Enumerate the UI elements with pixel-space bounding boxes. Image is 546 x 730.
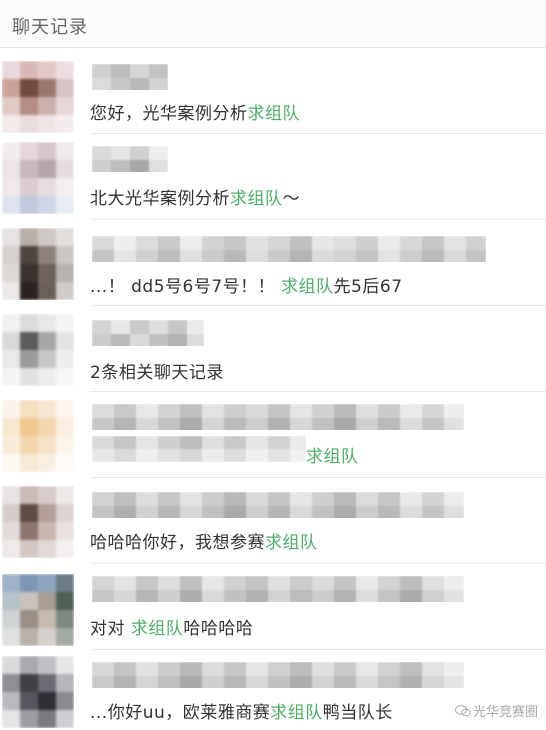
blurred-contact-name	[92, 146, 168, 172]
search-keyword-highlight: 求组队	[265, 533, 318, 553]
snippet-text: 您好，光华案例分析	[90, 104, 248, 124]
search-keyword-highlight: 求组队	[306, 447, 359, 467]
snippet-text: 哈哈哈你好，我想参赛	[90, 533, 265, 553]
blurred-contact-name	[92, 492, 464, 518]
search-keyword-highlight: 求组队	[281, 277, 334, 297]
avatar	[2, 656, 74, 728]
message-snippet: ...！ dd5号6号7号！！ 求组队先5后67	[90, 272, 403, 297]
snippet-text: 对对	[90, 619, 131, 639]
chat-result-row[interactable]: ...！ dd5号6号7号！！ 求组队先5后67	[0, 220, 546, 306]
wechat-icon	[454, 705, 471, 717]
chat-result-row[interactable]: 2条相关聊天记录	[0, 306, 546, 392]
avatar	[2, 142, 74, 214]
page-title: 聊天记录	[12, 17, 88, 38]
message-snippet: 2条相关聊天记录	[90, 358, 224, 383]
search-keyword-highlight: 求组队	[270, 703, 323, 723]
snippet-text: ～	[282, 189, 300, 209]
search-keyword-highlight: 求组队	[230, 189, 283, 209]
search-keyword-highlight: 求组队	[247, 104, 300, 124]
message-snippet: 对对 求组队哈哈哈哈	[90, 614, 253, 639]
chat-result-row[interactable]: 哈哈哈你好，我想参赛求组队	[0, 478, 546, 564]
snippet-text: 鸭当队长	[322, 703, 393, 723]
header-bar: 聊天记录	[0, 0, 546, 48]
message-snippet: 北大光华案例分析求组队～	[90, 184, 300, 209]
blurred-contact-name	[92, 320, 204, 346]
avatar	[2, 486, 74, 558]
snippet-text: ...！ dd5号6号7号！！	[90, 277, 282, 297]
blurred-contact-name	[92, 64, 168, 90]
blurred-contact-name	[92, 662, 464, 688]
message-snippet: ...你好uu，欧莱雅商赛求组队鸭当队长	[90, 698, 393, 723]
message-snippet: 求组队	[306, 442, 359, 467]
results-container: 您好，光华案例分析求组队 北大光华案例分析求组队～ ...！ dd5号6号7号！…	[0, 0, 546, 730]
watermark: 光华竞赛圈	[454, 701, 538, 720]
chat-result-row[interactable]: 对对 求组队哈哈哈哈	[0, 564, 546, 650]
avatar	[2, 314, 74, 386]
chat-result-row[interactable]: 求组队	[0, 392, 546, 478]
avatar	[2, 400, 74, 472]
snippet-text: 哈哈哈哈	[183, 619, 254, 639]
chat-result-row[interactable]: 您好，光华案例分析求组队	[0, 48, 546, 134]
blurred-contact-name	[92, 576, 464, 602]
avatar	[2, 61, 74, 133]
avatar	[2, 574, 74, 646]
watermark-text: 光华竞赛圈	[472, 705, 538, 720]
search-keyword-highlight: 求组队	[130, 619, 184, 639]
blurred-contact-name	[92, 236, 486, 262]
avatar	[2, 228, 74, 300]
message-snippet: 您好，光华案例分析求组队	[90, 99, 300, 124]
snippet-text: 先5后67	[333, 277, 403, 297]
snippet-text: ...你好uu，欧莱雅商赛	[90, 703, 271, 723]
message-snippet: 哈哈哈你好，我想参赛求组队	[90, 528, 318, 553]
chat-result-row[interactable]: 北大光华案例分析求组队～	[0, 134, 546, 220]
blurred-message-text	[92, 436, 306, 462]
blurred-contact-name	[92, 404, 464, 430]
snippet-text: 2条相关聊天记录	[90, 363, 224, 383]
snippet-text: 北大光华案例分析	[90, 189, 230, 209]
